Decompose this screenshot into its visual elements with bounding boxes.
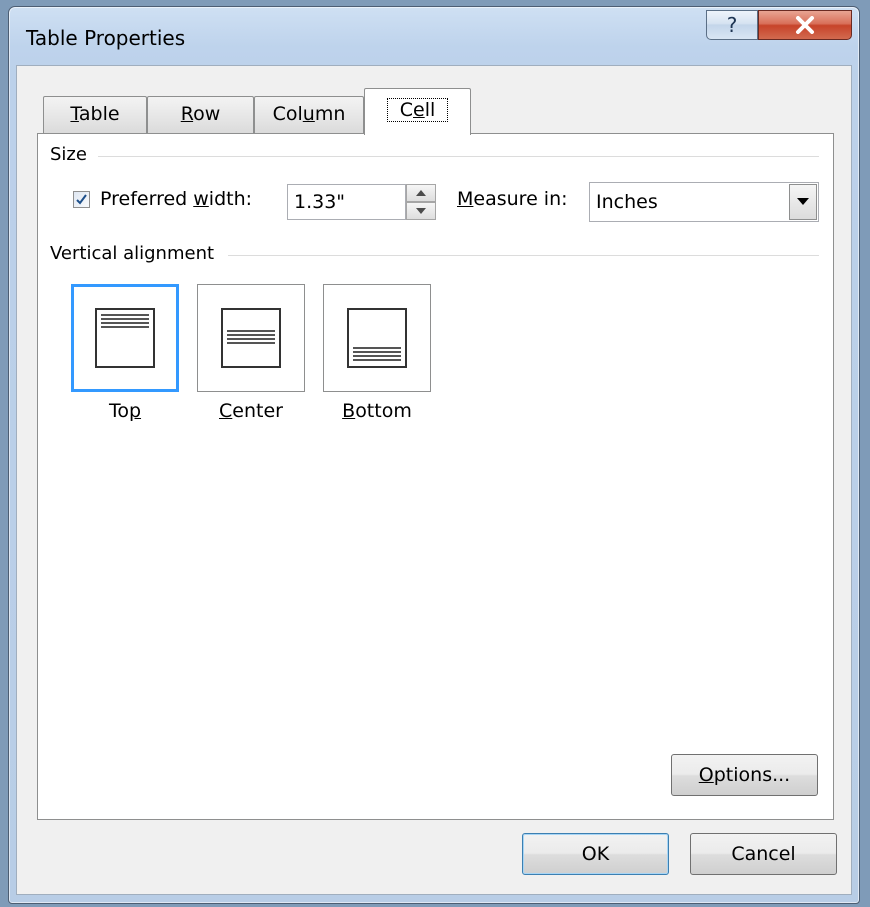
- cell-tab-panel: Size Preferred width: 1.33" Measure in: …: [37, 133, 834, 820]
- tab-row[interactable]: Row: [147, 96, 254, 134]
- preferred-width-label: Preferred width:: [100, 188, 253, 210]
- chevron-down-icon: [797, 198, 809, 205]
- tab-table[interactable]: Table: [43, 96, 147, 134]
- dropdown-button[interactable]: [789, 184, 817, 220]
- preferred-width-checkbox[interactable]: [73, 191, 90, 208]
- align-bottom-icon: [347, 308, 407, 368]
- align-bottom-button[interactable]: [323, 284, 431, 392]
- size-group-divider: [98, 156, 819, 157]
- close-button[interactable]: [758, 10, 852, 40]
- align-center-button[interactable]: [197, 284, 305, 392]
- spin-down-button[interactable]: [406, 202, 436, 220]
- align-top-icon: [95, 308, 155, 368]
- measure-in-label: Measure in:: [457, 188, 568, 210]
- svg-text:?: ?: [727, 14, 738, 36]
- spin-up-button[interactable]: [406, 184, 436, 202]
- alignment-group-divider: [228, 255, 819, 256]
- size-group-title: Size: [50, 144, 97, 165]
- preferred-width-spinner[interactable]: [406, 184, 436, 220]
- checkmark-icon: [76, 194, 87, 205]
- down-arrow-icon: [416, 208, 426, 214]
- cancel-button[interactable]: Cancel: [690, 833, 837, 875]
- up-arrow-icon: [416, 190, 426, 196]
- help-icon: ?: [727, 14, 738, 36]
- ok-button[interactable]: OK: [522, 833, 669, 875]
- align-top-button[interactable]: [71, 284, 179, 392]
- tab-cell[interactable]: Cell: [364, 88, 471, 135]
- options-button[interactable]: Options...: [671, 754, 818, 796]
- window-title: Table Properties: [26, 26, 186, 50]
- measure-in-dropdown[interactable]: Inches: [589, 182, 819, 222]
- help-button[interactable]: ?: [706, 10, 758, 40]
- align-top-label: Top: [108, 400, 142, 422]
- align-center-label: Center: [219, 400, 283, 422]
- align-bottom-label: Bottom: [342, 400, 412, 422]
- alignment-group-title: Vertical alignment: [50, 243, 225, 264]
- close-icon: [796, 16, 814, 34]
- preferred-width-input[interactable]: 1.33": [287, 184, 406, 220]
- tab-cell-label: Cell: [386, 98, 449, 122]
- dialog-body: Table Row Column Cell Size Preferred wid…: [16, 65, 852, 895]
- table-properties-dialog: Table Properties ? Table Row Column Cell: [8, 6, 860, 904]
- tab-column[interactable]: Column: [254, 96, 364, 134]
- measure-in-value: Inches: [596, 191, 658, 213]
- align-center-icon: [221, 308, 281, 368]
- title-bar[interactable]: Table Properties ?: [9, 7, 859, 65]
